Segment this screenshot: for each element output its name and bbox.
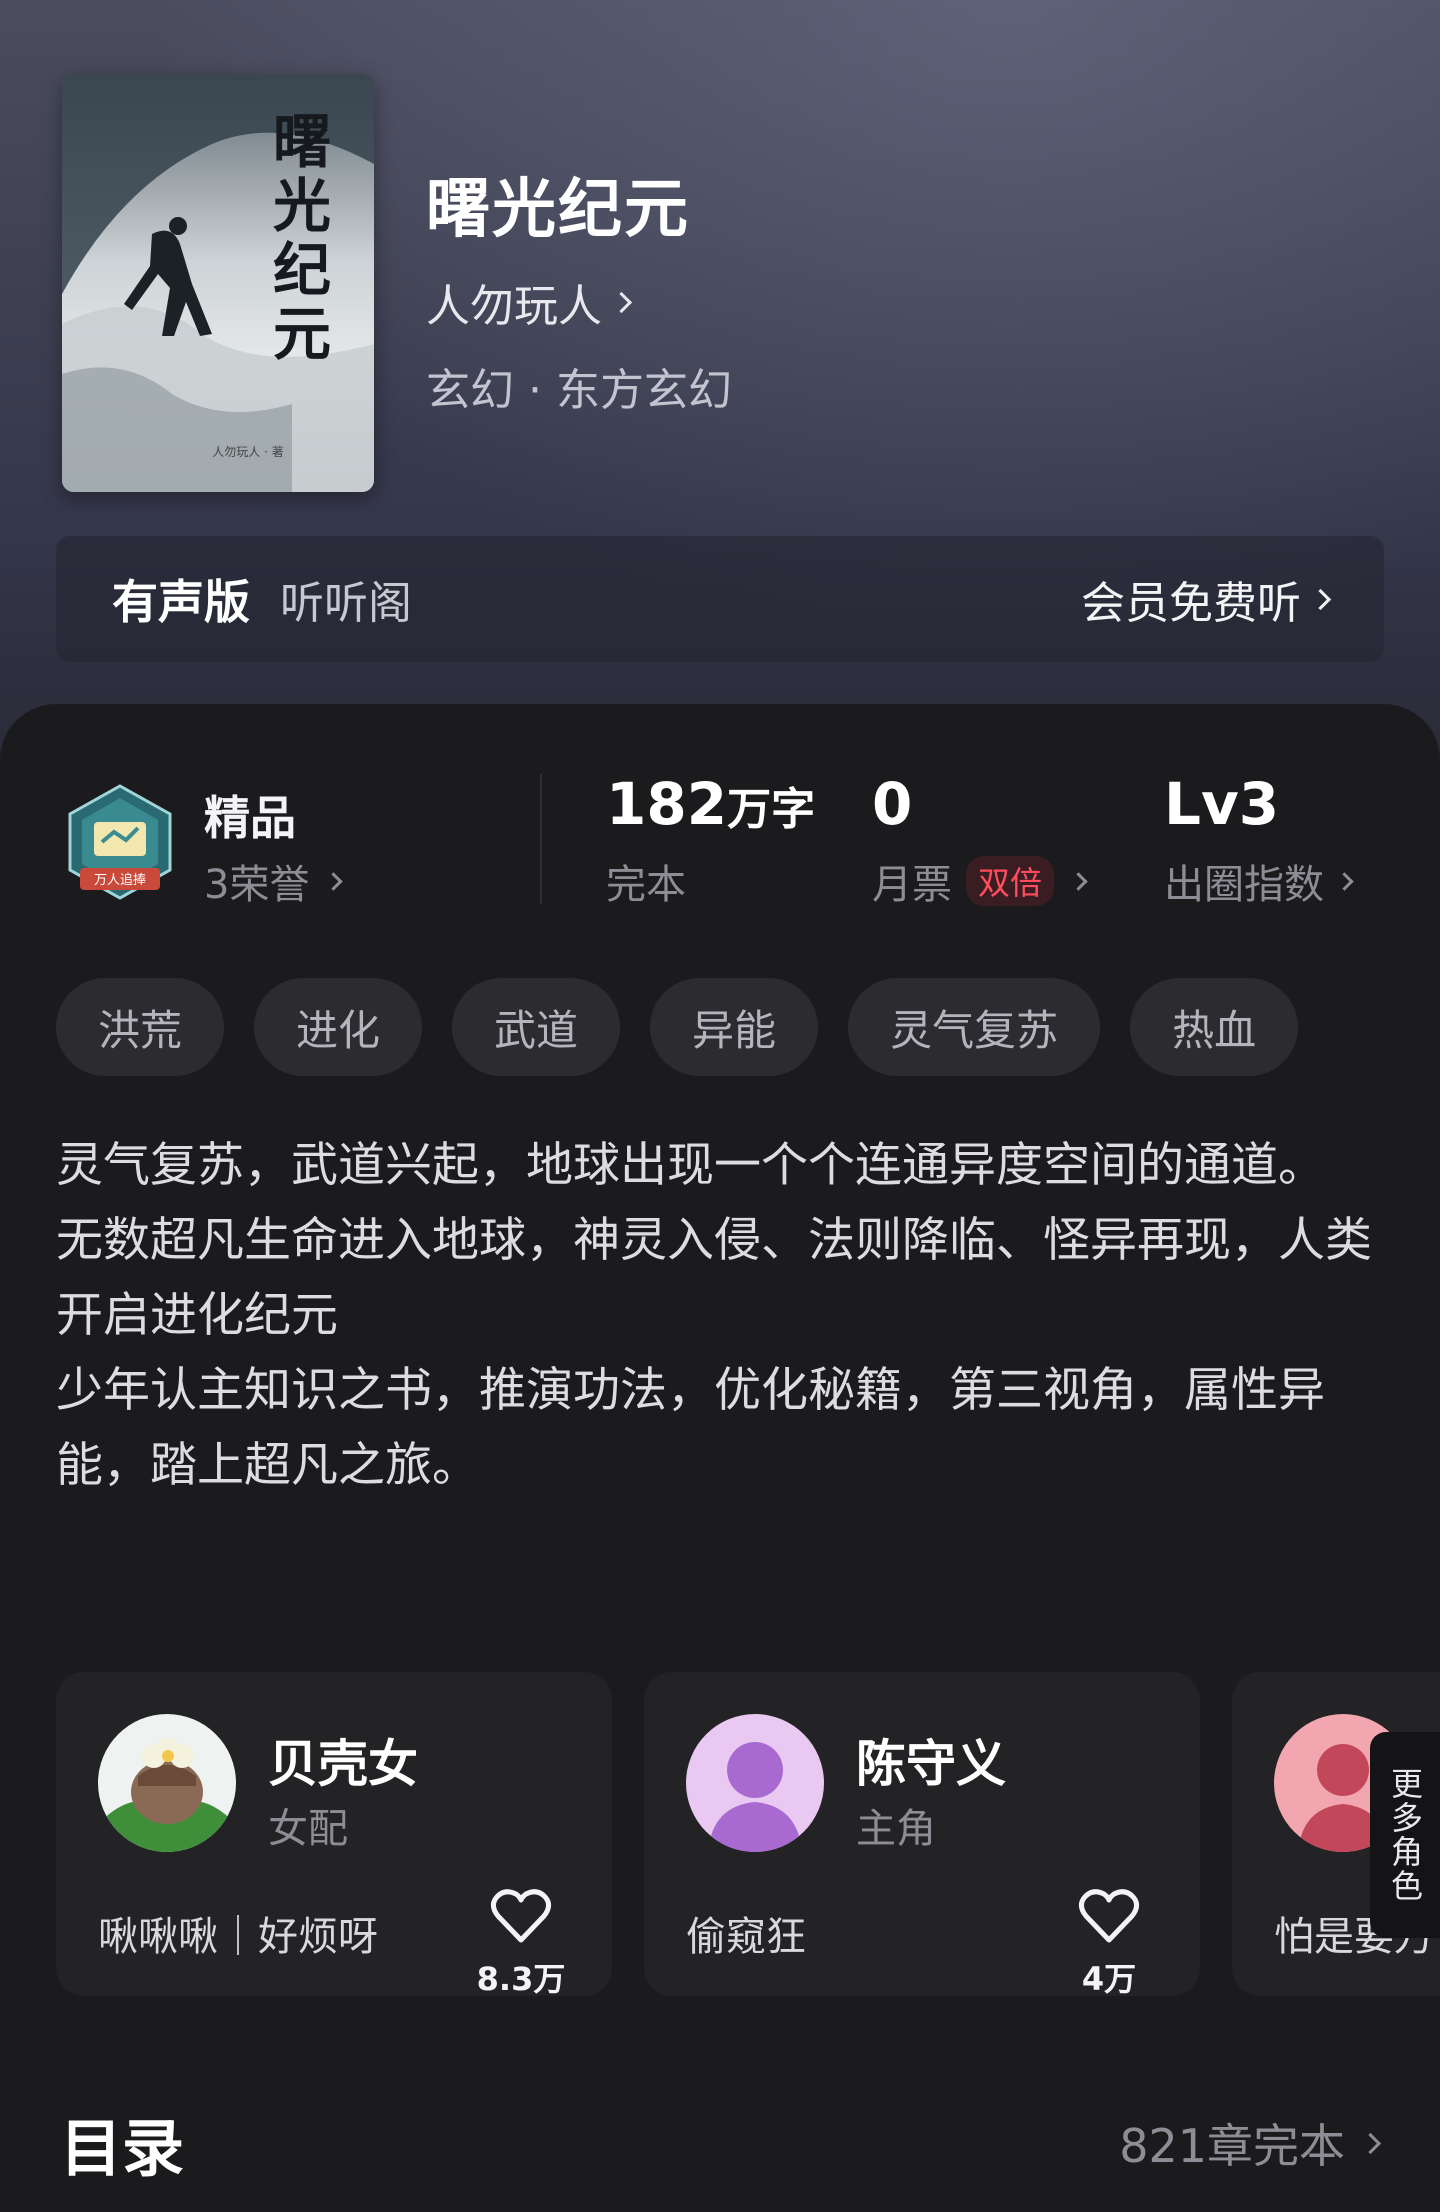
description-paragraph: 灵气复苏，武道兴起，地球出现一个个连通异度空间的通道。 [56,1138,1325,1193]
book-cover[interactable]: 曙光纪元 人勿玩人 · 著 [62,74,374,492]
monthly-tickets-count: 0 [872,770,913,838]
like-button[interactable]: 4万 [1064,1888,1154,2000]
character-quote: 偷窥狂 [686,1914,806,1960]
character-name: 陈守义 [856,1735,1006,1793]
genre-text: 玄幻 · 东方玄幻 [426,365,732,416]
character-quote: 啾啾啾｜好烦呀 [98,1914,378,1960]
tag-list: 洪荒 进化 武道 异能 灵气复苏 热血 [56,978,1328,1076]
member-free-listen-label: 会员免费听 [1081,578,1301,629]
chevron-right-icon [1069,871,1088,891]
premium-badge-text: 万人追捧 [94,872,146,888]
toc-link[interactable]: 821章完本 [1119,2110,1382,2176]
word-count-number: 182 [606,770,728,838]
character-role: 主角 [856,1806,936,1852]
cover-author: 人勿玩人 · 著 [212,445,284,459]
monthly-tickets-label: 月票 [872,862,952,908]
like-count: 4万 [1081,1960,1137,1998]
character-card[interactable]: 陈守义 主角 偷窥狂 4万 [644,1672,1200,1998]
tag-chip[interactable]: 灵气复苏 [848,978,1101,1076]
chevron-right-icon [610,291,633,313]
word-count-unit: 万字 [727,784,816,835]
honors-link[interactable]: 3荣誉 [204,852,344,910]
audio-source: 听听阁 [280,578,412,629]
tag-chip[interactable]: 武道 [452,978,621,1076]
character-name: 贝壳女 [268,1735,418,1793]
like-button[interactable]: 8.3万 [476,1888,566,2000]
level-label: 出圈指数 [1164,862,1324,908]
more-roles-button[interactable]: 更多角色 [1370,1732,1440,1938]
character-avatar [98,1714,236,1852]
monthly-tickets-link[interactable]: 月票 双倍 [872,852,1088,910]
audio-version-bar[interactable]: 有声版 听听阁 会员免费听 [56,536,1384,662]
stats-divider [540,774,542,904]
member-free-listen-button[interactable]: 会员免费听 [1081,567,1332,631]
book-title: 曙光纪元 [426,173,690,247]
premium-badge-icon[interactable]: 万人追捧 [62,782,178,906]
author-name: 人勿玩人 [426,281,602,332]
toc-title: 目录 [60,2112,185,2185]
word-count: 182万字 [606,770,815,838]
like-count: 8.3万 [476,1960,566,1998]
character-role: 女配 [268,1806,348,1852]
chevron-right-icon [1335,871,1354,891]
audio-label: 有声版 [112,575,250,629]
chevron-right-icon [324,871,344,891]
description-paragraph: 无数超凡生命进入地球，神灵入侵、法则降临、怪异再现，人类开启进化纪元 [56,1213,1372,1343]
tag-chip[interactable]: 热血 [1130,978,1299,1076]
heart-icon [490,1889,552,1943]
more-roles-label: 更多角色 [1386,1767,1424,1903]
description-paragraph: 少年认主知识之书，推演功法，优化秘籍，第三视角，属性异能，踏上超凡之旅。 [56,1363,1325,1493]
tag-chip[interactable]: 洪荒 [56,978,225,1076]
toc-chapter-count: 821章完本 [1119,2119,1345,2173]
book-description[interactable]: 灵气复苏，武道兴起，地球出现一个个连通异度空间的通道。 无数超凡生命进入地球，神… [56,1128,1376,1503]
level-link[interactable]: 出圈指数 [1164,852,1354,910]
premium-label: 精品 [204,791,296,845]
tag-chip[interactable]: 进化 [254,978,423,1076]
character-avatar [686,1714,824,1852]
character-card[interactable]: 贝壳女 女配 啾啾啾｜好烦呀 8.3万 [56,1672,612,1998]
tag-chip[interactable]: 异能 [650,978,819,1076]
level-value: Lv3 [1164,770,1280,838]
chevron-right-icon [1309,588,1332,610]
cover-title: 曙光纪元 [272,108,331,368]
honors-count: 3荣誉 [204,862,310,908]
author-link[interactable]: 人勿玩人 [426,270,633,334]
double-badge: 双倍 [966,856,1055,906]
chevron-right-icon [1359,2132,1382,2154]
status-label: 完本 [606,862,686,908]
heart-icon [1078,1889,1140,1943]
